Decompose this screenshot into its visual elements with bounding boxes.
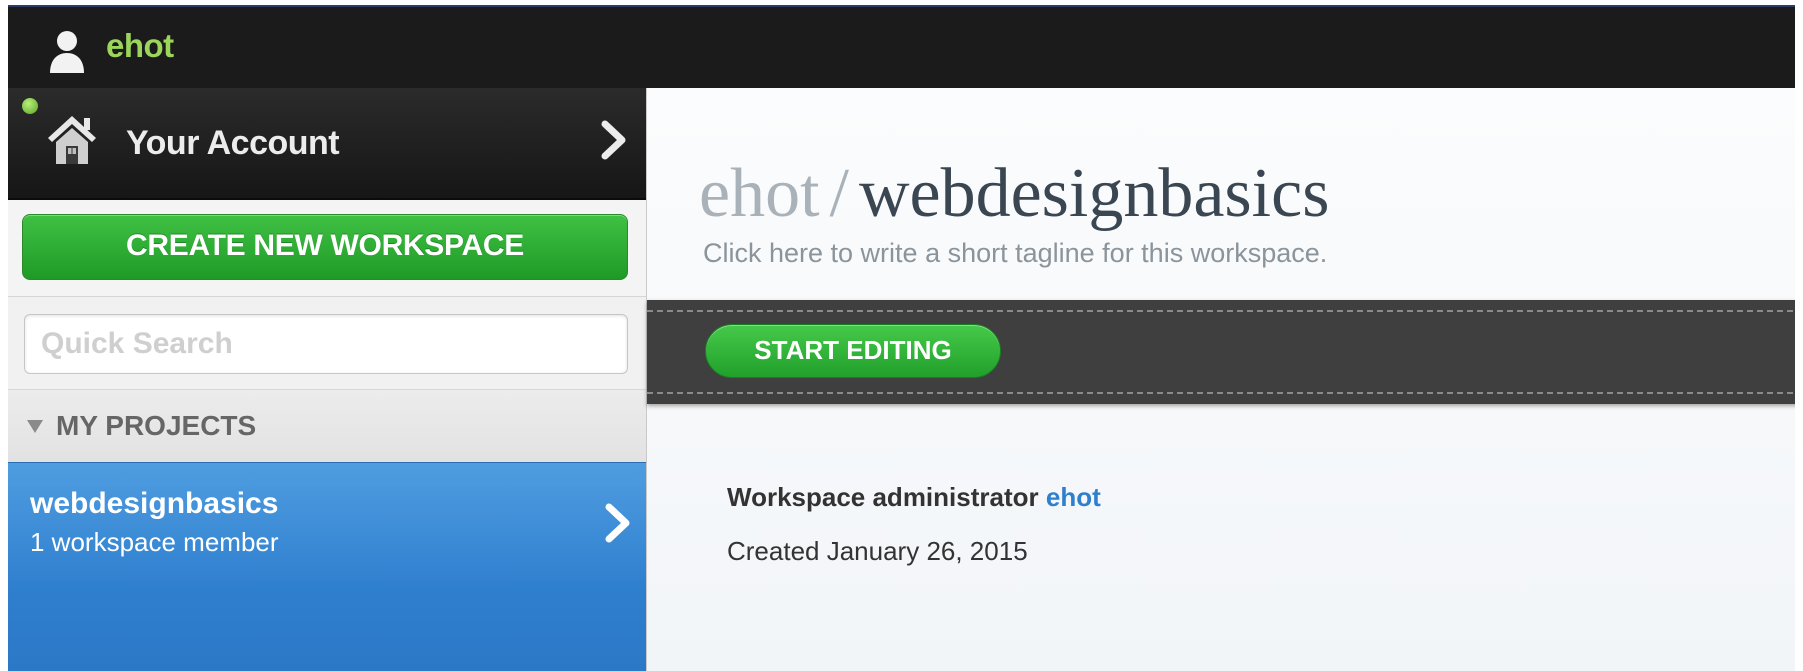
main-content: ehot / webdesignbasics Click here to write… [647,88,1803,671]
your-account-label: Your Account [126,124,340,162]
project-item-webdesignbasics[interactable]: webdesignbasics 1 workspace member [8,462,646,671]
your-account-item[interactable]: Your Account [8,88,646,200]
window-right-edge [1795,0,1803,671]
workspace-tagline[interactable]: Click here to write a short tagline for … [703,238,1327,269]
title-workspace-name: webdesignbasics [858,155,1330,232]
title-separator: / [829,155,849,232]
workspace-admin-line: Workspace administrator ehot [727,482,1101,513]
workspace-created-date: Created January 26, 2015 [727,536,1028,566]
project-name: webdesignbasics [30,487,279,520]
toolbar-stitching-top [647,310,1803,312]
chevron-right-icon [601,120,626,160]
triangle-down-icon [27,420,43,433]
project-member-count: 1 workspace member [30,527,279,557]
create-workspace-area: CREATE NEW WORKSPACE [8,200,646,297]
online-status-icon [22,98,38,114]
edit-toolbar: START EDITING [647,300,1803,404]
header-username[interactable]: ehot [106,27,174,65]
top-bar: ehot [8,5,1803,88]
toolbar-stitching-bottom [647,392,1803,394]
title-owner-link[interactable]: ehot [699,155,820,232]
home-icon [48,116,96,164]
create-new-workspace-button[interactable]: CREATE NEW WORKSPACE [22,214,628,280]
sidebar: Your Account CREATE NEW WORKSPACE MY PRO… [8,88,647,671]
workspace-title: ehot / webdesignbasics [699,154,1329,234]
admin-name-link[interactable]: ehot [1046,482,1101,512]
start-editing-button[interactable]: START EDITING [705,324,1001,378]
my-projects-header[interactable]: MY PROJECTS [8,390,646,462]
quick-search-area [8,297,646,390]
my-projects-label: MY PROJECTS [56,410,257,441]
user-icon [50,31,84,73]
app-window: ehot Your Account CREATE NEW WORKSPACE Q… [0,0,1803,671]
admin-label: Workspace administrator [727,482,1039,512]
chevron-right-icon [605,503,630,543]
quick-search-input[interactable] [24,314,628,374]
